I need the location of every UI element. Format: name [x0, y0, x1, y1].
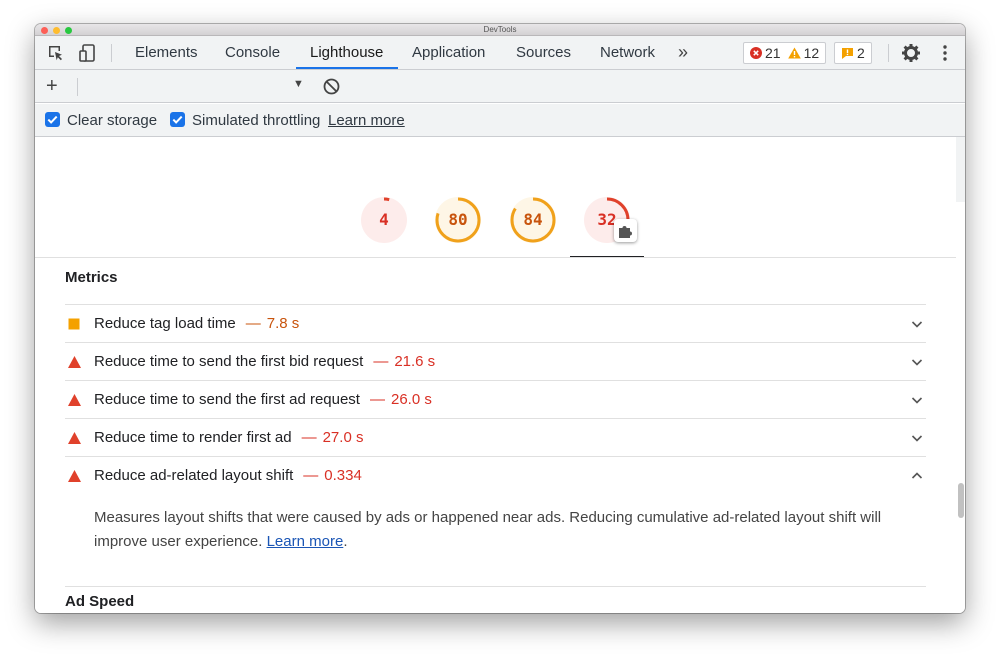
score-gauge-3[interactable]: 84: [509, 196, 557, 244]
toolbar-separator: [888, 44, 889, 62]
checkmark-icon: [172, 115, 183, 124]
new-report-button[interactable]: +: [46, 74, 58, 98]
fail-triangle-icon: [68, 432, 81, 444]
fail-triangle-icon: [68, 470, 81, 482]
audit-title: Reduce tag load time —7.8 s: [94, 315, 300, 332]
scrollbar-region: [956, 137, 965, 202]
audit-title: Reduce time to render first ad —27.0 s: [94, 429, 364, 446]
chevron-up-icon[interactable]: [911, 470, 923, 482]
errors-count: 21: [765, 45, 781, 61]
issues-count: 2: [857, 45, 865, 61]
device-toolbar-icon[interactable]: [78, 43, 98, 63]
scrollbar-thumb[interactable]: [958, 483, 964, 518]
tab-lighthouse[interactable]: Lighthouse: [296, 36, 397, 70]
audit-description: Measures layout shifts that were caused …: [94, 509, 882, 550]
settings-gear-icon[interactable]: [901, 43, 921, 63]
audit-row-first-ad-request[interactable]: Reduce time to send the first ad request…: [65, 381, 926, 418]
metrics-section-title: Metrics: [65, 269, 118, 286]
audit-value: 26.0 s: [390, 391, 432, 408]
audit-value: 27.0 s: [322, 429, 364, 446]
gauges-divider: [35, 257, 956, 258]
report-select-dropdown[interactable]: ▼: [293, 78, 304, 90]
lighthouse-options: Clear storage Simulated throttling Learn…: [35, 104, 965, 137]
issues-counter[interactable]: 2: [834, 42, 872, 64]
checkmark-icon: [47, 115, 58, 124]
error-icon: [750, 47, 762, 59]
clear-all-icon[interactable]: [323, 78, 340, 95]
score-gauge-1[interactable]: 4: [360, 196, 408, 244]
gauge-score: 84: [523, 210, 543, 229]
score-gauge-2[interactable]: 80: [434, 196, 482, 244]
tab-console[interactable]: Console: [211, 36, 294, 70]
plugin-badge: [614, 219, 637, 242]
audit-title: Reduce time to send the first bid reques…: [94, 353, 436, 370]
active-tab-indicator: [296, 67, 398, 69]
chevron-down-icon[interactable]: [911, 318, 923, 330]
warnings-count: 12: [803, 45, 820, 61]
inspect-element-icon[interactable]: [46, 43, 66, 63]
audit-row-first-bid-request[interactable]: Reduce time to send the first bid reques…: [65, 343, 926, 380]
console-counters[interactable]: 21 12: [743, 42, 827, 64]
chevron-down-icon[interactable]: [911, 432, 923, 444]
tab-network[interactable]: Network: [586, 36, 669, 70]
audit-value: 7.8 s: [266, 315, 300, 332]
chevron-down-icon[interactable]: [911, 356, 923, 368]
average-square-icon: [68, 318, 80, 330]
warning-icon: [787, 47, 801, 59]
ad-speed-section-title: Ad Speed: [65, 593, 135, 610]
lighthouse-toolbar: + ▼: [35, 70, 965, 103]
puzzle-piece-icon: [619, 226, 632, 238]
simulated-throttling-checkbox[interactable]: [170, 112, 185, 127]
tab-elements[interactable]: Elements: [121, 36, 212, 70]
window-title: DevTools: [483, 25, 517, 34]
audit-row-render-first-ad[interactable]: Reduce time to render first ad —27.0 s: [65, 419, 926, 456]
audit-value: 0.334: [324, 467, 362, 484]
fail-triangle-icon: [68, 394, 81, 406]
more-tabs-button[interactable]: »: [678, 36, 688, 70]
audit-title: Reduce time to send the first ad request…: [94, 391, 432, 408]
toolbar-separator: [77, 78, 78, 96]
audit-row-ad-layout-shift[interactable]: Reduce ad-related layout shift —0.334: [65, 457, 926, 494]
learn-more-link[interactable]: Learn more: [328, 112, 405, 129]
fail-triangle-icon: [68, 356, 81, 368]
gauge-score: 80: [448, 210, 468, 229]
gauge-score: 4: [379, 210, 389, 229]
title-bar: DevTools: [35, 24, 965, 36]
report-content: 4 80 84 32 Metrics Reduce tag load time —7.8…: [35, 137, 965, 613]
clear-storage-label[interactable]: Clear storage: [67, 112, 157, 129]
devtools-window: DevTools Elements Console Lighthouse App…: [35, 24, 965, 613]
toolbar-separator: [111, 44, 112, 62]
audit-title: Reduce ad-related layout shift —0.334: [94, 467, 362, 484]
description-learn-more-link[interactable]: Learn more: [267, 533, 344, 550]
more-options-icon[interactable]: [941, 43, 949, 63]
audit-value: 21.6 s: [394, 353, 436, 370]
tab-sources[interactable]: Sources: [502, 36, 585, 70]
main-toolbar: Elements Console Lighthouse Application …: [35, 36, 965, 70]
simulated-throttling-label[interactable]: Simulated throttling: [192, 112, 320, 129]
row-divider: [65, 586, 926, 587]
clear-storage-checkbox[interactable]: [45, 112, 60, 127]
chevron-down-icon[interactable]: [911, 394, 923, 406]
audit-row-tag-load-time[interactable]: Reduce tag load time —7.8 s: [65, 305, 926, 342]
tab-application[interactable]: Application: [398, 36, 499, 70]
issues-icon: [842, 47, 853, 59]
